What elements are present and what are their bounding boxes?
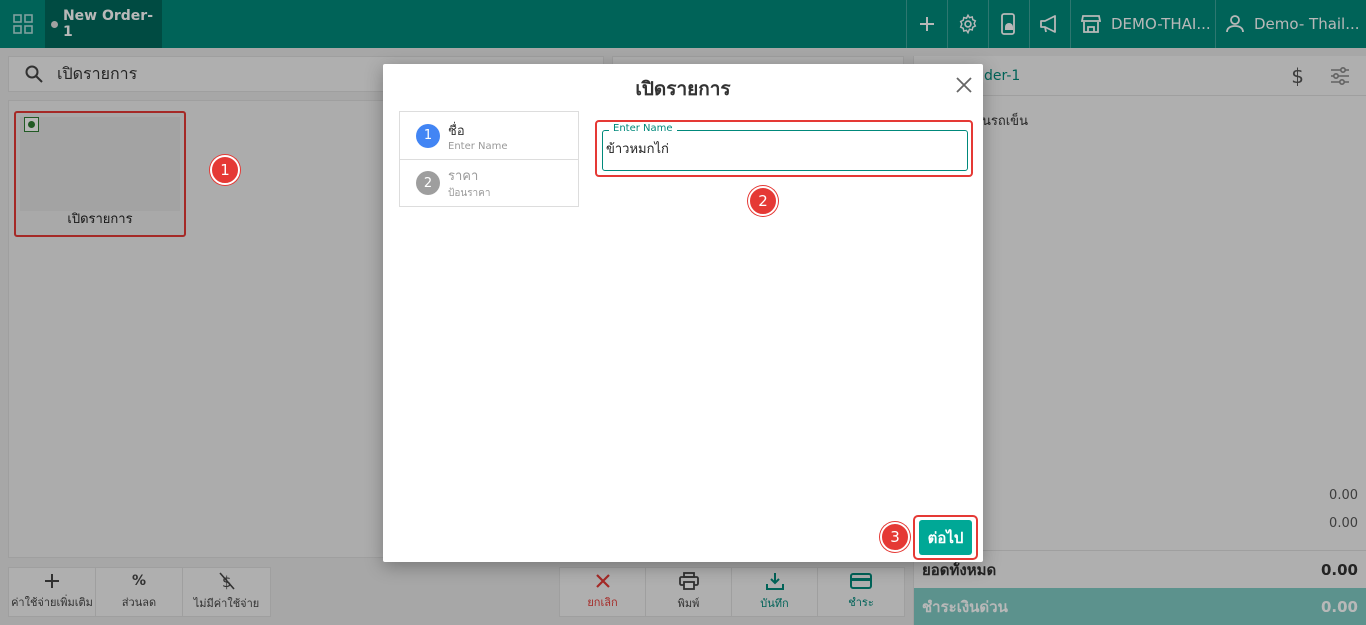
annotation-marker: 1 [210, 155, 240, 185]
annotation-marker: 3 [880, 522, 910, 552]
step-name[interactable]: 1 ชื่อ Enter Name [400, 112, 578, 159]
step-subtitle: Enter Name [448, 140, 508, 152]
step-number: 1 [416, 123, 440, 148]
step-number: 2 [416, 171, 440, 195]
close-icon[interactable] [955, 76, 973, 94]
stepper: 1 ชื่อ Enter Name 2 ราคา ป้อนราคา [399, 111, 579, 207]
name-field-label: Enter Name [609, 123, 677, 134]
step-title: ราคา [448, 169, 479, 184]
next-button[interactable]: ต่อไป [919, 520, 972, 555]
step-price[interactable]: 2 ราคา ป้อนราคา [400, 159, 578, 206]
step-subtitle: ป้อนราคา [448, 188, 491, 199]
annotation-marker: 2 [748, 186, 778, 216]
name-field[interactable]: Enter Name [602, 123, 968, 171]
name-input[interactable] [606, 141, 956, 156]
dialog-title: เปิดรายการ [635, 78, 731, 100]
step-title: ชื่อ [448, 123, 465, 139]
open-item-dialog: เปิดรายการ 1 ชื่อ Enter Name 2 ราคา ป้อน… [383, 64, 983, 562]
